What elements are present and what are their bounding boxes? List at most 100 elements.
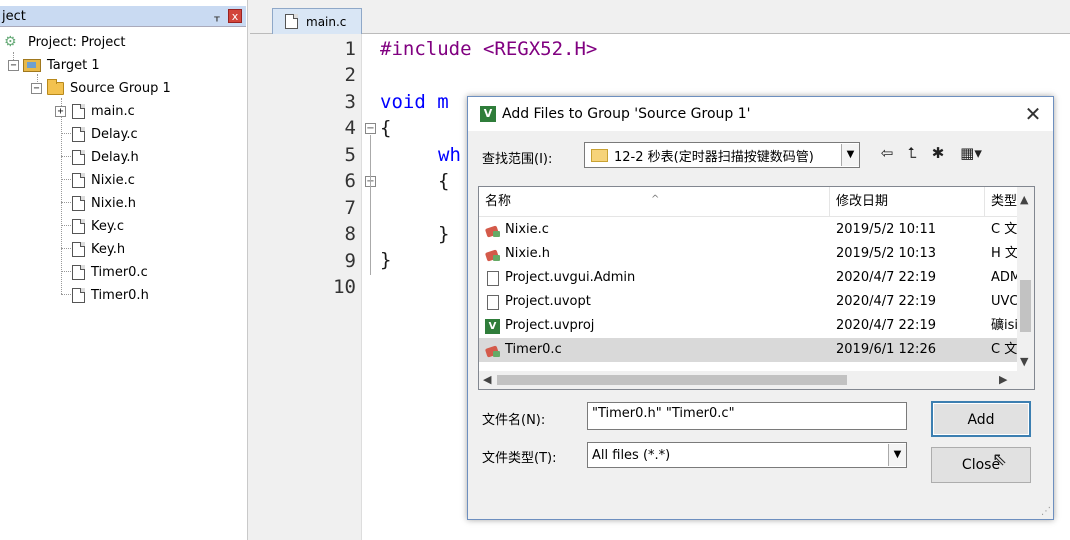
file-row-selected[interactable]: Timer0.c 2019/6/1 12:26 C 文	[479, 338, 1024, 362]
tree-item-label: Target 1	[47, 57, 100, 73]
look-in-value: 12-2 秒表(定时器扫描按键数码管)	[614, 149, 814, 165]
scroll-thumb[interactable]	[1020, 280, 1031, 332]
file-icon	[72, 241, 85, 257]
folder-icon	[591, 148, 608, 162]
column-header-name[interactable]: 名称 ^	[479, 187, 830, 217]
tree-item-file[interactable]: Timer0.c	[72, 262, 148, 282]
vertical-scrollbar[interactable]: ▲ ▼	[1017, 187, 1034, 373]
resize-grip-icon[interactable]: ⋰	[1041, 506, 1051, 517]
collapse-icon[interactable]: −	[31, 82, 42, 94]
line-number: 8	[344, 223, 356, 245]
tree-item-source-group[interactable]: − Source Group 1	[31, 78, 171, 98]
filetype-value: All files (*.*)	[592, 447, 671, 463]
tree-item-target[interactable]: − Target 1	[8, 55, 100, 75]
add-button[interactable]: Add	[931, 401, 1031, 437]
tree-item-label: Delay.c	[91, 126, 138, 142]
project-icon: ⚙	[4, 34, 17, 50]
close-icon[interactable]: x	[228, 9, 242, 23]
horizontal-scrollbar[interactable]: ◀ ▶	[479, 371, 1034, 389]
file-row[interactable]: Nixie.c 2019/5/2 10:11 C 文	[479, 218, 1024, 242]
code-line[interactable]: }	[438, 223, 449, 245]
line-number: 6	[344, 170, 356, 192]
tree-item-file[interactable]: Nixie.h	[72, 193, 136, 213]
chevron-down-icon[interactable]: ▼	[841, 144, 859, 166]
filename-input[interactable]: "Timer0.h" "Timer0.c"	[587, 402, 907, 430]
tree-item-label: Nixie.c	[91, 172, 135, 188]
column-name-label: 名称	[485, 194, 512, 209]
fold-margin	[362, 34, 380, 540]
line-number: 1	[344, 38, 356, 60]
scroll-right-icon[interactable]: ▶	[999, 373, 1007, 386]
column-type-label: 类型	[991, 194, 1018, 209]
tree-item-file[interactable]: Delay.h	[72, 147, 139, 167]
code-line[interactable]: {	[438, 170, 449, 192]
tree-item-label: Key.c	[91, 218, 124, 234]
scroll-up-icon[interactable]: ▲	[1020, 193, 1028, 206]
file-name: Project.uvgui.Admin	[505, 270, 636, 285]
tab-main-c[interactable]: main.c	[272, 8, 362, 34]
file-row[interactable]: Project.uvgui.Admin 2020/4/7 22:19 ADM	[479, 266, 1024, 290]
close-icon[interactable]: ✕	[1013, 102, 1053, 126]
file-icon	[72, 287, 85, 303]
pin-icon[interactable]: ᚁ	[210, 10, 224, 23]
code-line[interactable]: wh	[438, 144, 461, 166]
tree-item-label: Timer0.c	[91, 264, 148, 280]
sort-ascending-icon: ^	[651, 194, 660, 205]
collapse-icon[interactable]: −	[8, 59, 19, 71]
c-source-icon	[485, 223, 501, 238]
uvision-app-icon: V	[480, 106, 496, 122]
tree-item-file[interactable]: Key.h	[72, 239, 125, 259]
expand-icon[interactable]: +	[55, 105, 66, 117]
project-panel-titlebar: ject ᚁ x	[0, 6, 246, 27]
code-line[interactable]: void m	[380, 91, 449, 113]
up-folder-icon[interactable]: ⮤	[901, 142, 923, 164]
tab-label: main.c	[306, 14, 347, 29]
tree-item-project[interactable]: ⚙ Project: Project	[4, 32, 125, 52]
ide-window: ject ᚁ x ⚙ Project: Project − Target 1 −…	[0, 0, 1070, 540]
tree-item-label: Key.h	[91, 241, 126, 257]
code-line[interactable]: }	[380, 249, 391, 271]
scroll-down-icon[interactable]: ▼	[1020, 355, 1028, 368]
look-in-label: 查找范围(I):	[482, 152, 553, 167]
file-list: 名称 ^ 修改日期 类型 Nixie.c 2019/5/2 10:11 C 文 …	[478, 186, 1035, 390]
new-folder-icon[interactable]: ✱	[927, 142, 949, 164]
c-header-icon	[485, 247, 501, 262]
file-row[interactable]: Nixie.h 2019/5/2 10:13 H 文	[479, 242, 1024, 266]
tree-item-file[interactable]: Timer0.h	[72, 285, 149, 305]
filetype-dropdown[interactable]: All files (*.*) ▼	[587, 442, 907, 468]
fold-collapse-icon[interactable]: −	[365, 123, 376, 134]
file-icon	[72, 218, 85, 234]
file-icon	[285, 14, 298, 29]
close-button[interactable]: Close	[931, 447, 1031, 483]
line-number: 4	[344, 117, 356, 139]
scroll-thumb[interactable]	[497, 375, 847, 385]
file-row[interactable]: Project.uvopt 2020/4/7 22:19 UVC	[479, 290, 1024, 314]
file-date: 2020/4/7 22:19	[836, 270, 936, 285]
column-date-label: 修改日期	[836, 194, 889, 209]
file-icon	[72, 126, 85, 142]
editor-tab-strip: main.c	[250, 0, 1070, 34]
mouse-pointer-icon: ⇖	[992, 449, 1008, 470]
view-menu-icon[interactable]: ▦▾	[954, 142, 988, 164]
add-files-dialog: V Add Files to Group 'Source Group 1' ✕ …	[467, 96, 1054, 520]
project-panel: ject ᚁ x ⚙ Project: Project − Target 1 −…	[0, 0, 248, 540]
column-header-date[interactable]: 修改日期	[830, 187, 985, 217]
back-icon[interactable]: ⇦	[876, 142, 898, 164]
project-panel-title: ject	[2, 8, 26, 24]
tree-item-file[interactable]: Nixie.c	[72, 170, 135, 190]
code-line[interactable]: {	[380, 117, 391, 139]
file-row[interactable]: V Project.uvproj 2020/4/7 22:19 礦isi	[479, 314, 1024, 338]
tree-item-label: main.c	[91, 103, 135, 119]
file-icon	[72, 264, 85, 280]
file-name: Nixie.h	[505, 246, 551, 261]
look-in-dropdown[interactable]: 12-2 秒表(定时器扫描按键数码管) ▼	[584, 142, 860, 168]
code-line[interactable]: #include <REGX52.H>	[380, 38, 597, 60]
chevron-down-icon[interactable]: ▼	[888, 444, 906, 466]
file-icon	[72, 103, 85, 119]
tree-item-file[interactable]: Delay.c	[72, 124, 138, 144]
dialog-titlebar[interactable]: V Add Files to Group 'Source Group 1' ✕	[468, 97, 1053, 131]
tree-item-file[interactable]: Key.c	[72, 216, 124, 236]
filename-label: 文件名(N):	[482, 413, 546, 428]
tree-item-file[interactable]: + main.c	[55, 101, 135, 121]
scroll-left-icon[interactable]: ◀	[483, 373, 491, 386]
